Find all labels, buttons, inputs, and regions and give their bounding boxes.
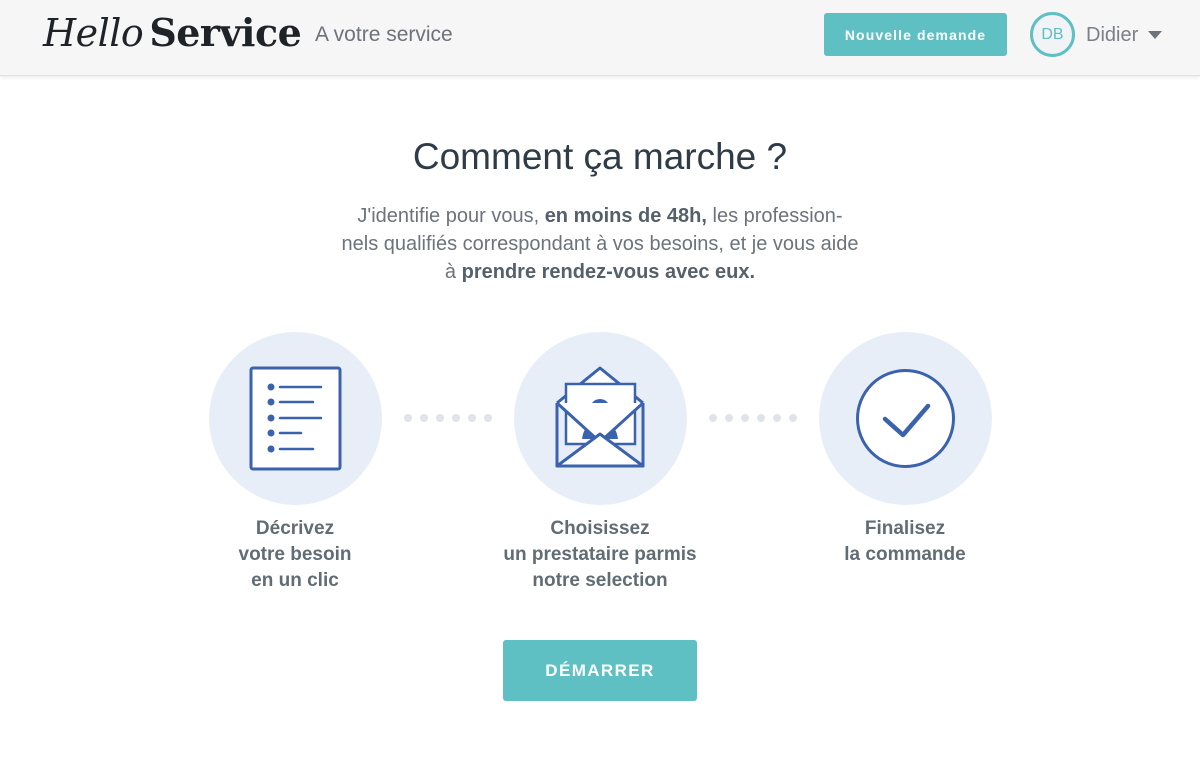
step-1-line-3: en un clic (251, 570, 339, 591)
connector-dots (709, 414, 797, 422)
step-3-label: Finalisez la commande (785, 516, 1025, 568)
step-1-line-1: Décrivez (255, 518, 335, 539)
step-2-circle (514, 332, 687, 505)
logo[interactable]: Hello Service (43, 8, 302, 58)
step-3-line-1: Finalisez (864, 518, 946, 539)
intro-text: J'identifie pour vous, en moins de 48h, … (340, 202, 860, 286)
new-request-button[interactable]: Nouvelle demande (824, 13, 1007, 56)
intro-bold-2: prendre rendez-vous avec eux. (461, 261, 756, 283)
page-title: Comment ça marche ? (412, 136, 788, 177)
step-2-label: Choisissez un prestataire parmis notre s… (480, 516, 720, 594)
step-1-circle (209, 332, 382, 505)
avatar[interactable]: DB (1030, 12, 1075, 57)
step-3-line-2: la commande (844, 544, 966, 565)
step-1-line-2: votre besoin (238, 544, 352, 565)
top-header: Hello Service A votre service Nouvelle de… (0, 0, 1200, 76)
intro-bold-1: en moins de 48h, (544, 205, 707, 227)
logo-service: Service (149, 10, 302, 55)
intro-text-1: J'identifie pour vous, (357, 205, 545, 227)
step-3-circle (819, 332, 992, 505)
step-2-line-3: notre selection (532, 570, 668, 591)
connector-dots (404, 414, 492, 422)
envelope-profile-icon (555, 366, 645, 468)
chevron-down-icon[interactable] (1148, 31, 1162, 39)
start-button[interactable]: DÉMARRER (503, 640, 697, 701)
user-name[interactable]: Didier (1086, 22, 1138, 48)
step-2-line-2: un prestataire parmis (503, 544, 697, 565)
step-1-label: Décrivez votre besoin en un clic (175, 516, 415, 594)
step-2-line-1: Choisissez (550, 518, 650, 539)
tagline: A votre service (315, 23, 453, 46)
logo-hello: Hello (43, 11, 144, 55)
checklist-icon (249, 366, 342, 471)
checkmark-circle-icon (856, 369, 955, 468)
